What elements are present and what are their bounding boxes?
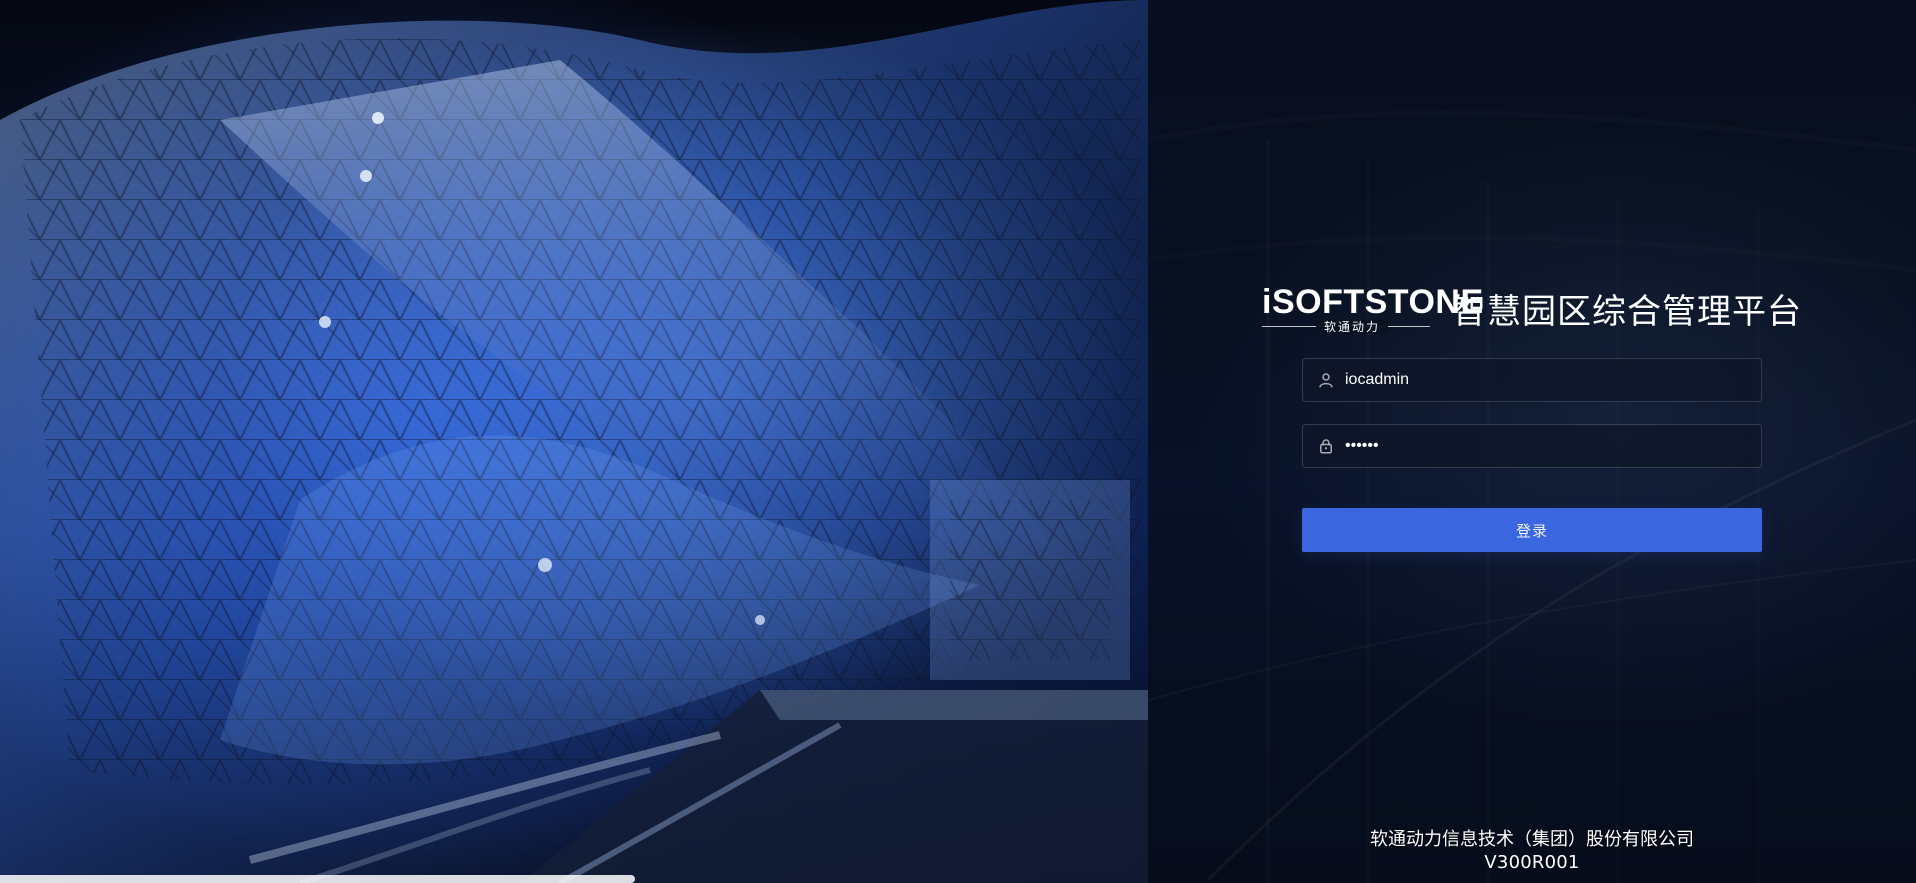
password-input[interactable]	[1345, 425, 1747, 467]
username-field[interactable]	[1302, 358, 1762, 402]
version: V300R001	[1484, 852, 1580, 873]
brand-row: iSOFTSTONE 软通动力 智慧园区综合管理平台	[1262, 282, 1802, 334]
lock-icon	[1320, 439, 1332, 454]
logo-subtitle: 软通动力	[1316, 320, 1389, 334]
company-logo: iSOFTSTONE 软通动力	[1262, 282, 1483, 334]
bottom-scrollbar[interactable]	[0, 875, 635, 883]
hero-architecture-graphic	[0, 0, 1148, 883]
login-page: iSOFTSTONE 软通动力 智慧园区综合管理平台 登录 软通动力信息技术（集	[0, 0, 1916, 883]
logo-wordmark: iSOFTSTONE	[1262, 283, 1484, 321]
login-button[interactable]: 登录	[1302, 508, 1762, 552]
hero-image	[0, 0, 1148, 883]
username-input[interactable]	[1345, 359, 1747, 401]
password-field[interactable]	[1302, 424, 1762, 468]
footer: 软通动力信息技术（集团）股份有限公司 V300R001	[1148, 829, 1916, 874]
login-form-container: iSOFTSTONE 软通动力 智慧园区综合管理平台 登录	[1262, 282, 1802, 552]
platform-title: 智慧园区综合管理平台	[1452, 291, 1802, 332]
user-icon	[1319, 373, 1333, 388]
company-name: 软通动力信息技术（集团）股份有限公司	[1370, 829, 1694, 850]
